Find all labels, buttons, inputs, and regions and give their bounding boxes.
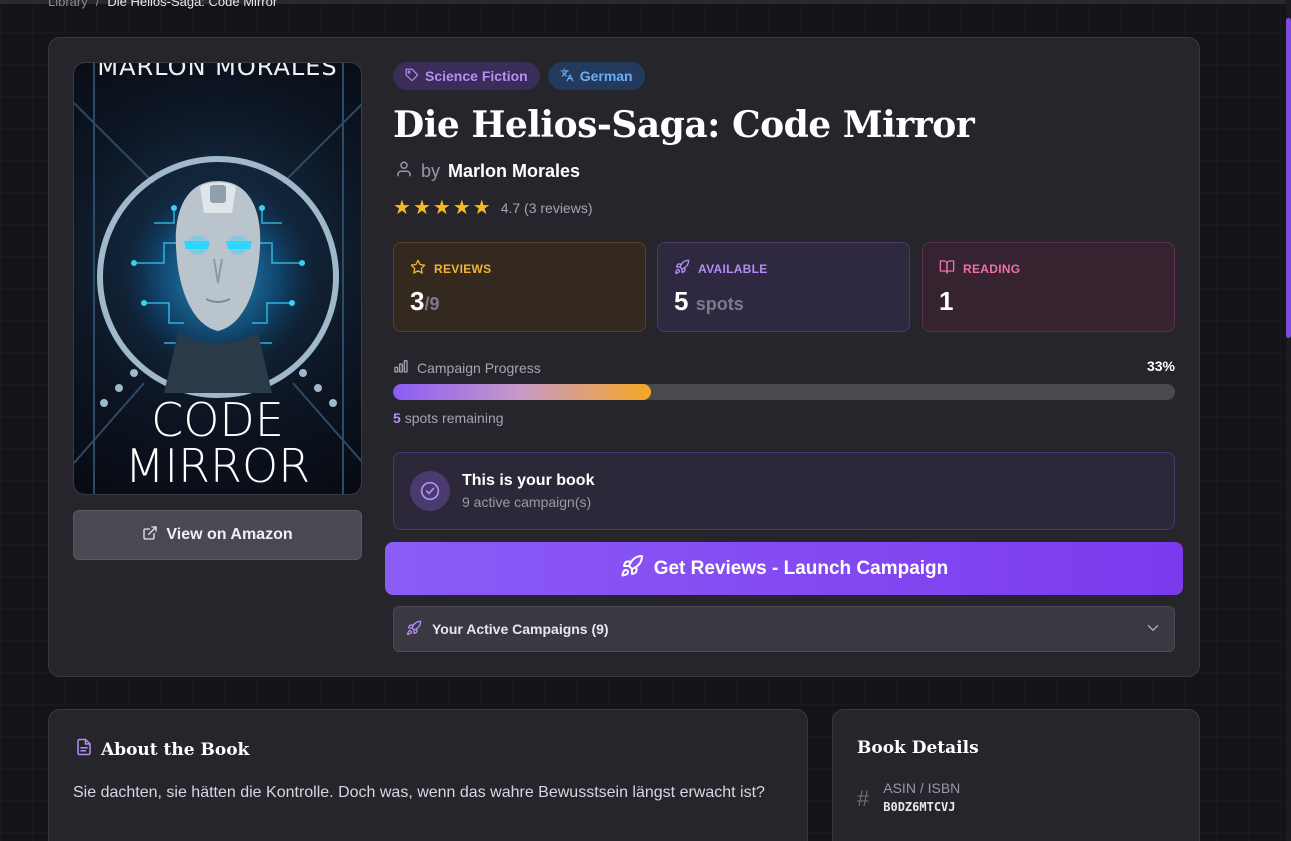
reviews-stat-label-row: REVIEWS	[410, 259, 629, 278]
reviews-stat-card: REVIEWS 3/9	[393, 242, 646, 332]
breadcrumb: Library / Die Helios-Saga: Code Mirror	[48, 0, 277, 9]
rocket-icon	[406, 620, 422, 639]
launch-campaign-button[interactable]: Get Reviews - Launch Campaign	[385, 542, 1183, 595]
about-heading: About the Book	[101, 739, 250, 760]
asin-label: ASIN / ISBN	[883, 780, 961, 796]
available-stat-unit: spots	[695, 294, 744, 314]
breadcrumb-library-link[interactable]: Library	[48, 0, 88, 9]
tag-icon	[405, 68, 419, 85]
language-tag[interactable]: German	[547, 62, 645, 90]
scrollbar-track[interactable]	[1286, 0, 1291, 841]
reviews-stat-value-row: 3/9	[410, 286, 629, 317]
available-stat-label-row: AVAILABLE	[674, 259, 893, 278]
breadcrumb-separator: /	[95, 0, 100, 9]
available-stat-card: AVAILABLE 5 spots	[657, 242, 910, 332]
available-stat-value: 5	[674, 286, 689, 316]
active-campaigns-label: Your Active Campaigns (9)	[432, 621, 609, 637]
ownership-text: This is your book 9 active campaign(s)	[462, 472, 594, 510]
available-stat-value-row: 5 spots	[674, 286, 893, 317]
cover-author-text: MARLON MORALES	[97, 62, 338, 81]
view-on-amazon-label: View on Amazon	[166, 526, 293, 543]
genre-tag[interactable]: Science Fiction	[393, 62, 540, 90]
bar-chart-icon	[393, 358, 409, 377]
about-book-card: About the Book Sie dachten, sie hätten d…	[48, 709, 808, 841]
cover-title-text: CODE MIRROR	[74, 397, 361, 489]
user-icon	[395, 160, 413, 183]
available-stat-label: AVAILABLE	[698, 261, 768, 276]
reviews-stat-total: /9	[424, 294, 440, 314]
spots-remaining-count: 5	[393, 410, 401, 426]
active-campaigns-toggle[interactable]: Your Active Campaigns (9)	[393, 606, 1175, 652]
campaign-progress-bar	[393, 384, 1175, 400]
spots-remaining-label: spots remaining	[404, 410, 504, 426]
rocket-icon	[620, 554, 644, 584]
reading-stat-card: READING 1	[922, 242, 1175, 332]
campaign-progress-percent: 33%	[1146, 358, 1175, 374]
book-hero-card: MARLON MORALES CODE MIRROR View on Amazo…	[48, 37, 1200, 677]
reading-stat-label-row: READING	[939, 259, 1158, 278]
reading-stat-value: 1	[939, 286, 954, 316]
chevron-down-icon	[1144, 619, 1162, 640]
book-title: Die Helios-Saga: Code Mirror	[393, 104, 975, 146]
star-icon: ★	[393, 197, 411, 219]
details-heading: Book Details	[857, 738, 979, 758]
tag-list: Science Fiction German	[393, 62, 645, 90]
campaign-progress-header: Campaign Progress 33%	[393, 358, 1175, 377]
star-icon: ★	[452, 197, 471, 219]
book-open-icon	[939, 259, 955, 278]
book-cover: MARLON MORALES CODE MIRROR	[73, 62, 362, 495]
launch-campaign-label: Get Reviews - Launch Campaign	[653, 557, 949, 579]
about-description: Sie dachten, sie hätten die Kontrolle. D…	[73, 784, 765, 801]
rating-text: 4.7 (3 reviews)	[500, 200, 593, 216]
author-line: by Marlon Morales	[395, 160, 580, 183]
campaign-progress-fill	[393, 384, 652, 400]
star-outline-icon	[410, 259, 426, 278]
star-icon: ★	[412, 197, 431, 219]
reading-stat-label: READING	[963, 261, 1021, 276]
document-icon	[75, 738, 93, 761]
language-tag-label: German	[579, 68, 633, 84]
ownership-subtitle: 9 active campaign(s)	[462, 494, 592, 510]
ownership-title: This is your book	[462, 472, 595, 489]
author-name[interactable]: Marlon Morales	[448, 161, 580, 182]
asin-value: B0DZ6MTCVJ	[883, 800, 956, 814]
breadcrumb-current: Die Helios-Saga: Code Mirror	[107, 0, 278, 9]
rating: ★ ★ ★ ★ ★ 4.7 (3 reviews)	[393, 198, 593, 218]
asin-row: # ASIN / ISBN B0DZ6MTCVJ	[857, 780, 960, 814]
external-link-icon	[142, 525, 158, 546]
star-icon: ★	[472, 197, 491, 219]
about-heading-row: About the Book	[75, 738, 249, 761]
campaign-progress-label-row: Campaign Progress	[393, 358, 541, 377]
cover-title-line1: CODE	[151, 393, 284, 447]
book-details-card: Book Details # ASIN / ISBN B0DZ6MTCVJ	[832, 709, 1200, 841]
star-icon: ★	[432, 197, 451, 219]
author-by-label: by	[421, 161, 441, 181]
translate-icon	[560, 68, 574, 85]
campaign-progress-label: Campaign Progress	[417, 359, 541, 376]
ownership-notice: This is your book 9 active campaign(s)	[393, 452, 1175, 530]
genre-tag-label: Science Fiction	[425, 68, 528, 84]
asin-text: ASIN / ISBN B0DZ6MTCVJ	[883, 780, 960, 814]
rocket-icon	[674, 259, 690, 278]
cover-title-line2: MIRROR	[124, 439, 311, 493]
check-circle-icon	[410, 471, 450, 511]
reviews-stat-label: REVIEWS	[434, 261, 492, 276]
reviews-stat-value: 3	[410, 286, 425, 316]
spots-remaining: 5 spots remaining	[393, 410, 504, 426]
view-on-amazon-button[interactable]: View on Amazon	[73, 510, 362, 560]
hash-icon: #	[857, 786, 870, 811]
scrollbar-thumb[interactable]	[1286, 18, 1291, 338]
